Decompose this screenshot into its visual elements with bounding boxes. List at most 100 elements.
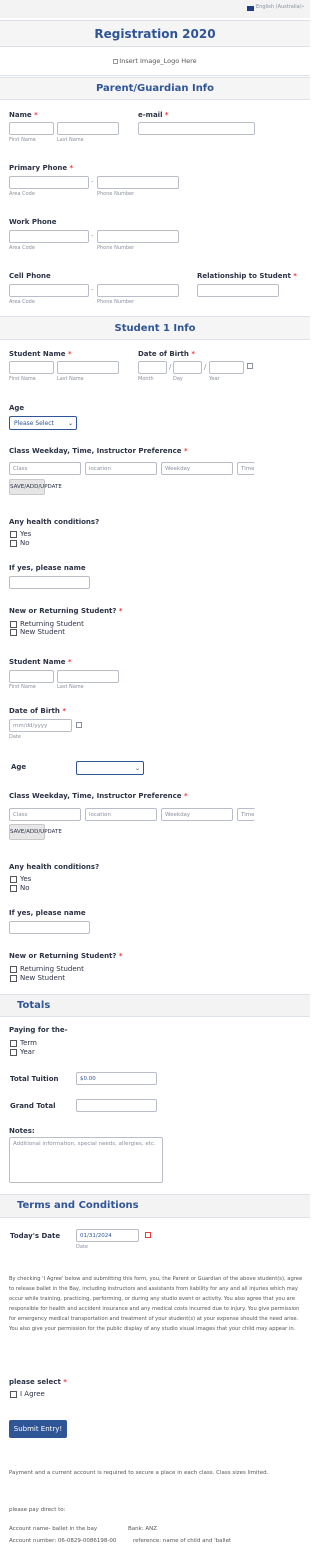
first-name-sublabel: First Name (9, 376, 36, 382)
dob-label: Date of Birth * (138, 350, 195, 358)
work-phone-label: Work Phone (9, 218, 57, 226)
email-input[interactable] (138, 122, 255, 135)
health2-no-label: No (20, 884, 30, 892)
total-tuition-value: $0.00 (76, 1072, 157, 1085)
student-name-label: Student Name * (9, 350, 72, 358)
primary-phone-number-input[interactable] (97, 176, 179, 189)
primary-area-code-input[interactable] (9, 176, 89, 189)
logo-placeholder: Insert Image_Logo Here (0, 47, 310, 76)
new-checkbox[interactable] (10, 629, 17, 636)
dob-day-input[interactable] (173, 361, 202, 374)
health-yes-label: Yes (20, 530, 32, 538)
section-student1-header: Student 1 Info (0, 316, 310, 340)
dob-year-input[interactable] (209, 361, 244, 374)
account-number: Account number: 06-0829-0086198-00 (9, 1538, 117, 1544)
pay-direct-label: please pay direct to: (9, 1507, 66, 1513)
returning-label: Returning Student (20, 620, 84, 628)
class-input-2[interactable]: Class (9, 808, 81, 821)
location-input[interactable]: location (85, 462, 157, 475)
work-phone-number-input[interactable] (97, 230, 179, 243)
new2-label: New Student (20, 974, 66, 982)
student-last-name-input[interactable] (57, 361, 119, 374)
health2-yes-checkbox[interactable] (10, 876, 17, 883)
student2-first-name-input[interactable] (9, 670, 54, 683)
first-name-sublabel: First Name (9, 137, 36, 143)
section-terms-header: Terms and Conditions (0, 1194, 310, 1218)
notes-textarea[interactable]: Additional information, special needs, a… (9, 1137, 163, 1183)
last-name-sublabel: Last Name (57, 137, 84, 143)
email-label: e-mail * (138, 111, 169, 119)
slash-separator: / (169, 363, 172, 371)
month-sublabel: Month (138, 376, 154, 382)
area-code-sublabel: Area Code (9, 191, 35, 197)
last-name-input[interactable] (57, 122, 119, 135)
dob2-input[interactable]: mm/dd/yyyy (9, 719, 72, 732)
student-name-label-2: Student Name * (9, 658, 72, 666)
i-agree-checkbox[interactable] (10, 1391, 17, 1398)
submit-button[interactable]: Submit Entry! (9, 1420, 67, 1438)
if-yes-label-2: If yes, please name (9, 909, 86, 917)
class-pref-label: Class Weekday, Time, Instructor Preferen… (9, 447, 188, 455)
health2-details-input[interactable] (9, 921, 90, 934)
cell-phone-number-input[interactable] (97, 284, 179, 297)
cell-area-code-input[interactable] (9, 284, 89, 297)
first-name-sublabel: First Name (9, 684, 36, 690)
please-select-label: please select * (9, 1378, 67, 1386)
new-returning-label-2: New or Returning Student? * (9, 952, 123, 960)
flag-icon (247, 6, 254, 11)
calendar-icon[interactable] (76, 722, 82, 728)
save-add-update-button[interactable]: SAVE/ADD/UPDATE (9, 479, 62, 495)
weekday-input[interactable]: Weekday (161, 462, 233, 475)
last-name-sublabel: Last Name (57, 684, 84, 690)
student2-last-name-input[interactable] (57, 670, 119, 683)
slash-separator: / (204, 363, 207, 371)
form-title: Registration 2020 (0, 20, 310, 47)
area-code-sublabel: Area Code (9, 245, 35, 251)
age2-select[interactable]: ⌄ (76, 761, 144, 775)
first-name-input[interactable] (9, 122, 54, 135)
relationship-input[interactable] (197, 284, 279, 297)
health-label-2: Any health conditions? (9, 863, 100, 871)
grand-total-label: Grand Total (10, 1102, 56, 1110)
time-input-2[interactable]: Time (237, 808, 255, 821)
term-checkbox[interactable] (10, 1040, 17, 1047)
health-yes-checkbox[interactable] (10, 531, 17, 538)
calendar-icon[interactable] (145, 1232, 151, 1238)
location-input-2[interactable]: location (85, 808, 157, 821)
class-input[interactable]: Class (9, 462, 81, 475)
chevron-down-icon: ⌄ (67, 420, 73, 427)
terms-title: Terms and Conditions (17, 1200, 139, 1211)
returning2-checkbox[interactable] (10, 966, 17, 973)
new2-checkbox[interactable] (10, 975, 17, 982)
work-area-code-input[interactable] (9, 230, 89, 243)
payment-reference: reference: name of child and 'ballet (133, 1538, 232, 1544)
returning-checkbox[interactable] (10, 621, 17, 628)
language-selector[interactable]: English (Australia) (256, 4, 302, 10)
chevron-down-icon: ⌄ (134, 765, 140, 772)
paying-for-label: Paying for the- (9, 1026, 68, 1034)
health-no-checkbox[interactable] (10, 540, 17, 547)
day-sublabel: Day (173, 376, 183, 382)
health-label: Any health conditions? (9, 518, 100, 526)
age-select[interactable]: Please Select ⌄ (9, 416, 77, 430)
bank-name: Bank: ANZ (128, 1526, 158, 1532)
todays-date-label: Today's Date (10, 1232, 61, 1240)
year-checkbox[interactable] (10, 1049, 17, 1056)
health2-no-checkbox[interactable] (10, 885, 17, 892)
calendar-icon[interactable] (247, 363, 253, 369)
liability-agreement-text: By checking 'I Agree' below and submitti… (9, 1276, 303, 1332)
student-first-name-input[interactable] (9, 361, 54, 374)
todays-date-input[interactable]: 01/31/2024 (76, 1229, 139, 1242)
total-tuition-label: Total Tuition (10, 1075, 59, 1083)
last-name-sublabel: Last Name (57, 376, 84, 382)
dob-month-input[interactable] (138, 361, 167, 374)
totals-title: Totals (17, 1000, 51, 1011)
weekday-input-2[interactable]: Weekday (161, 808, 233, 821)
save-add-update-button-2[interactable]: SAVE/ADD/UPDATE (9, 824, 62, 840)
relationship-label: Relationship to Student * (197, 272, 297, 280)
health-details-input[interactable] (9, 576, 90, 589)
age-label-2: Age (11, 763, 27, 771)
year-sublabel: Year (209, 376, 220, 382)
time-input[interactable]: Time (237, 462, 255, 475)
date-sublabel: Date (9, 734, 21, 740)
